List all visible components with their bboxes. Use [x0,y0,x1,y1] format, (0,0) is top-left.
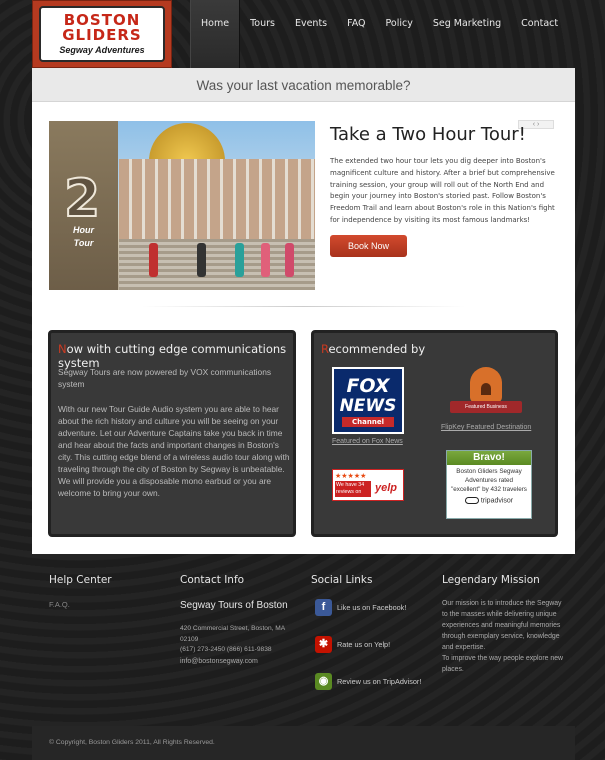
copyright-text: © Copyright, Boston Gliders 2011, All Ri… [49,739,215,746]
segway-rider [285,243,294,277]
site-footer: Help Center F.A.Q. Contact Info Segway T… [32,554,575,725]
nav-home[interactable]: Home [190,0,241,68]
segway-rider [197,243,206,277]
flipkey-badge-icon[interactable]: Featured Business [450,365,522,421]
tripadvisor-rating-text: Boston Gliders Segway Adventures rated "… [451,468,527,493]
communications-box: Now with cutting edge communications sys… [48,330,296,537]
yelp-badge[interactable]: ★★★★★ We have 34 reviews on yelp [332,469,404,501]
recommended-box: Recommended by FOX NEWS Channel Featured… [311,330,558,537]
yelp-logo: yelp [375,482,398,494]
copyright-bar: © Copyright, Boston Gliders 2011, All Ri… [32,726,575,760]
email-link[interactable]: info@bostonsegway.com [180,658,258,665]
slide-title: Take a Two Hour Tour! [330,124,526,145]
communications-intro: Segway Tours are now powered by VOX comm… [58,367,272,389]
social-link-label: Review us on TripAdvisor! [337,677,422,686]
tour-badge-caption-2: Tour [73,238,94,248]
nav-events[interactable]: Events [285,0,337,68]
flipkey-door-icon [481,383,491,395]
mission-text: Our mission is to introduce the Segway t… [442,598,564,675]
state-house-dome [149,123,225,161]
flipkey-link[interactable]: FlipKey Featured Destination [441,424,531,431]
fox-logo-line-3: Channel [342,417,394,427]
segway-rider [235,243,244,277]
title-rest: ecommended by [328,342,426,356]
nav-policy[interactable]: Policy [376,0,423,68]
logo-line-3: Segway Adventures [59,45,145,55]
site-header: BOSTON GLIDERS Segway Adventures Home To… [0,0,605,68]
fox-logo-line-1: FOX [346,375,390,397]
section-divider [142,306,465,307]
nav-seg-marketing[interactable]: Seg Marketing [423,0,511,68]
phone-numbers: (617) 273-2450 (866) 611-9838 [180,646,272,653]
mission-title: Legendary Mission [442,574,540,586]
tour-badge: 2 Hour Tour [49,121,118,290]
contact-info-title: Contact Info [180,574,245,586]
state-house-building [119,159,315,241]
site-logo[interactable]: BOSTON GLIDERS Segway Adventures [32,0,172,68]
tour-badge-caption: Hour Tour [49,224,118,250]
contact-address: 420 Commercial Street, Boston, MA 02109 … [180,624,300,656]
segway-rider [261,243,270,277]
segway-rider [149,243,158,277]
yelp-icon: ✱ [315,636,332,653]
recommended-title: Recommended by [321,342,425,356]
flipkey-ribbon: Featured Business [450,401,522,413]
slide-description: The extended two hour tour lets you dig … [330,157,555,224]
logo-line-2: GLIDERS [62,26,142,44]
tripadvisor-bravo: Bravo! [447,451,531,465]
tour-badge-number: 2 [63,168,101,230]
nav-faq[interactable]: FAQ [337,0,375,68]
help-center-title: Help Center [49,574,112,586]
tripadvisor-logo: tripadvisor [447,497,531,504]
book-now-button[interactable]: Book Now [330,235,407,257]
owl-icon [464,497,479,504]
slide-image: 2 Hour Tour [49,121,315,290]
tripadvisor-logo-text: tripadvisor [480,497,514,505]
nav-tours[interactable]: Tours [240,0,285,68]
nav-contact[interactable]: Contact [511,0,568,68]
yelp-stars: ★★★★★ [335,473,367,480]
facebook-icon: f [315,599,332,616]
social-links-title: Social Links [311,574,373,586]
social-link-label: Rate us on Yelp! [337,640,391,649]
logo-badge: BOSTON GLIDERS Segway Adventures [39,6,165,62]
main-nav: Home Tours Events FAQ Policy Seg Marketi… [190,0,568,68]
yelp-reviews-text: We have 34 reviews on [335,481,371,497]
tour-badge-caption-1: Hour [73,225,94,235]
mission-statement: Our mission is to introduce the Segway t… [442,600,562,651]
communications-body: With our new Tour Guide Audio system you… [58,404,290,498]
mission-goal: To improve the way people explore new pl… [442,655,564,673]
main-content: Was your last vacation memorable? 2 Hour… [32,68,575,554]
fox-news-link[interactable]: Featured on Fox News [332,438,403,445]
tripadvisor-badge[interactable]: Bravo! Boston Gliders Segway Adventures … [446,450,532,519]
tripadvisor-icon: ◉ [315,673,332,690]
tagline: Was your last vacation memorable? [32,68,575,102]
social-link-label: Like us on Facebook! [337,603,407,612]
company-name: Segway Tours of Boston [180,600,288,611]
faq-link[interactable]: F.A.Q. [49,600,70,609]
fox-news-logo[interactable]: FOX NEWS Channel [332,367,404,434]
fox-logo-line-2: NEWS [339,396,397,416]
title-initial: N [58,342,67,356]
street-address: 420 Commercial Street, Boston, MA 02109 [180,625,285,643]
